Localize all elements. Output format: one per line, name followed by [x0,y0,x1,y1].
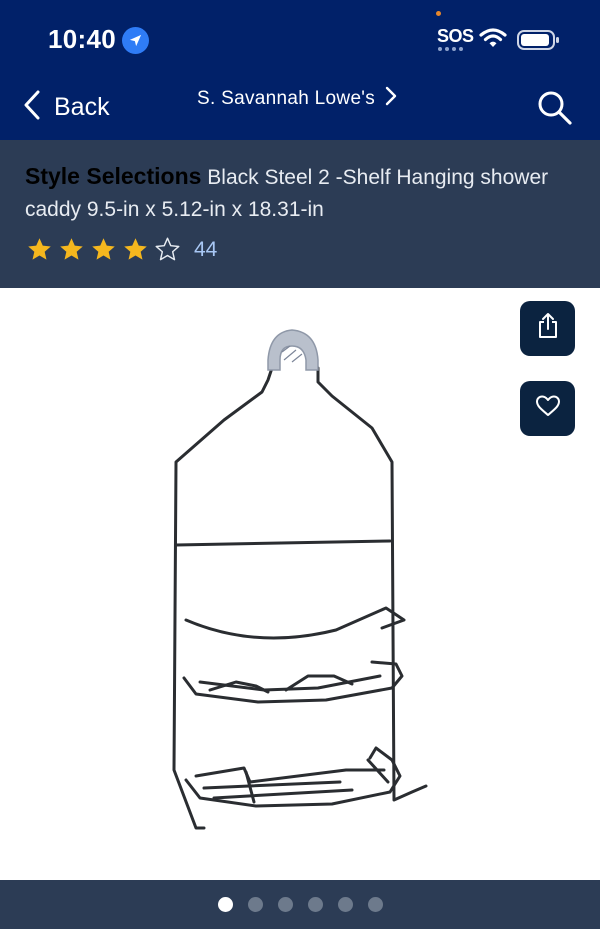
review-count-link[interactable]: 44 [194,238,217,262]
star-outline-icon [154,236,181,263]
gallery-dot[interactable] [337,897,353,912]
shower-caddy-product-image [172,329,428,830]
star-icon [58,236,85,263]
product-brand: Style Selections [25,163,202,189]
battery-icon [517,29,561,56]
store-name: S. Savannah Lowe's [197,88,376,109]
chevron-right-icon [385,86,397,112]
camera-indicator-dot [436,11,441,16]
gallery-dot[interactable] [217,897,233,912]
product-image-gallery[interactable] [0,288,600,880]
product-title: Style Selections Black Steel 2 -Shelf Ha… [25,160,585,226]
wifi-icon [479,27,507,54]
chevron-left-icon [24,90,40,125]
gallery-pagination [0,880,600,929]
star-icon [26,236,53,263]
gallery-dot[interactable] [307,897,323,912]
signal-dots [438,47,468,51]
favorite-button[interactable] [520,381,575,436]
search-icon[interactable] [536,89,574,132]
back-button[interactable]: Back [24,90,110,124]
product-rating[interactable]: 44 [26,236,217,263]
gallery-dot[interactable] [277,897,293,912]
sos-indicator: SOS [437,26,474,46]
location-arrow-icon [122,27,149,54]
star-icon [122,236,149,263]
star-icon [90,236,117,263]
status-time: 10:40 [48,24,116,54]
header-bar: 10:40 SOS Back S. Savannah Lowe's [0,0,600,140]
gallery-dot[interactable] [247,897,263,912]
store-selector[interactable]: S. Savannah Lowe's [197,86,397,112]
share-icon [536,312,560,345]
share-button[interactable] [520,301,575,356]
heart-icon [535,394,561,423]
back-label: Back [54,92,110,121]
gallery-dot[interactable] [367,897,383,912]
